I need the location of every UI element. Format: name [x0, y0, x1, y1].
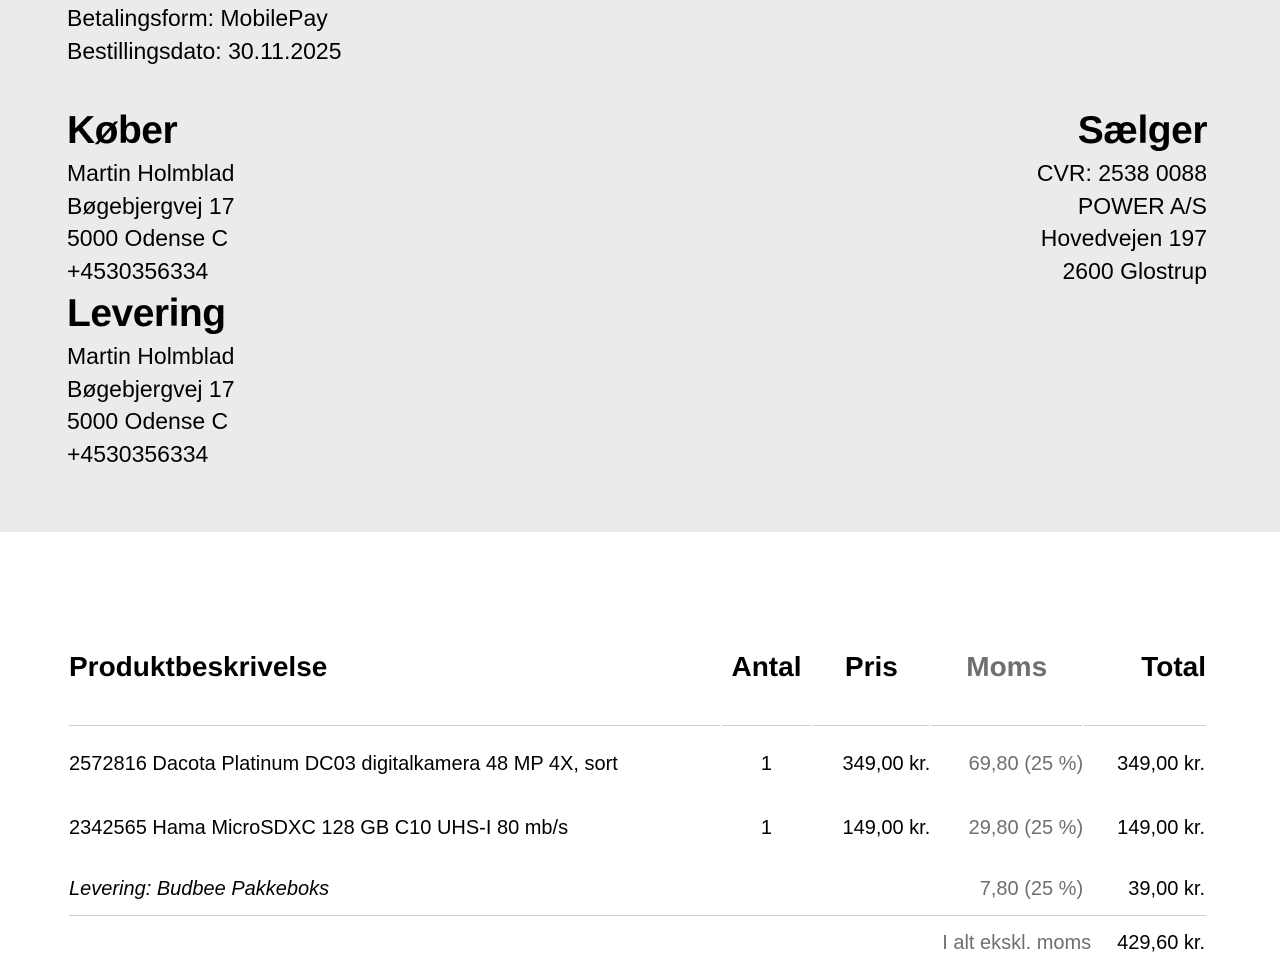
item-price: 349,00 kr. — [842, 752, 931, 775]
buyer-street: Bøgebjergvej 17 — [67, 192, 235, 219]
delivery-street: Bøgebjergvej 17 — [67, 375, 235, 402]
header-divider-gap — [811, 725, 813, 728]
seller-heading: Sælger — [1077, 109, 1208, 152]
seller-address: CVR: 2538 0088 POWER A/S Hovedvejen 197 … — [1037, 157, 1207, 287]
header-vat: Moms — [930, 640, 1084, 726]
header-divider-gap — [720, 725, 722, 728]
buyer-city: 5000 Odense C — [67, 225, 229, 251]
item-total: 39,00 kr. — [1128, 878, 1205, 900]
buyer-address: Martin Holmblad Bøgebjergvej 17 5000 Ode… — [67, 157, 235, 287]
order-date: Bestillingsdato: 30.11.2025 — [67, 37, 342, 64]
seller-column: Sælger CVR: 2538 0088 POWER A/S Hovedvej… — [1037, 108, 1208, 287]
seller-company: POWER A/S — [1077, 192, 1207, 219]
item-price — [812, 859, 930, 920]
item-vat: 29,80 (25 %) — [968, 817, 1084, 839]
item-total: 349,00 kr. — [1117, 752, 1205, 775]
buyer-name: Martin Holmblad — [67, 160, 235, 186]
seller-city: 2600 Glostrup — [1062, 257, 1207, 284]
seller-cvr: CVR: 2538 0088 — [1036, 160, 1207, 186]
subtotal-label: I alt ekskl. moms — [942, 932, 1092, 954]
item-total: 149,00 kr. — [1117, 817, 1205, 839]
header-price: Pris — [812, 640, 931, 726]
seller-street: Hovedvejen 197 — [1040, 225, 1207, 251]
order-meta: Betalingsform: MobilePay Bestillingsdato… — [67, 2, 342, 67]
item-description: 2342565 Hama MicroSDXC 128 GB C10 UHS-I … — [69, 817, 569, 839]
header-qty: Antal — [720, 640, 813, 726]
item-vat: 7,80 (25 %) — [979, 878, 1084, 900]
table-header-row: Produktbeskrivelse Antal Pris Moms Total — [69, 640, 1206, 726]
buyer-phone: +4530356334 — [67, 257, 209, 284]
delivery-address: Martin Holmblad Bøgebjergvej 17 5000 Ode… — [67, 340, 235, 470]
item-qty: 1 — [760, 817, 773, 839]
table-row: 2572816 Dacota Platinum DC03 digitalkame… — [69, 726, 1206, 799]
item-qty — [721, 859, 813, 920]
delivery-name: Martin Holmblad — [67, 343, 235, 369]
delivery-heading: Levering — [67, 292, 226, 335]
item-price: 149,00 kr. — [842, 817, 931, 839]
delivery-city: 5000 Odense C — [67, 408, 229, 434]
table-row: 2342565 Hama MicroSDXC 128 GB C10 UHS-I … — [69, 798, 1206, 859]
buyer-delivery-column: Køber Martin Holmblad Bøgebjergvej 17 50… — [67, 108, 235, 470]
subtotal: I alt ekskl. moms 429,60 kr. — [942, 932, 1205, 955]
subtotal-value: 429,60 kr. — [1117, 932, 1205, 954]
header-total: Total — [1083, 640, 1206, 726]
order-items-table: Produktbeskrivelse Antal Pris Moms Total… — [69, 640, 1206, 920]
payment-method: Betalingsform: MobilePay — [67, 5, 328, 31]
totals-divider — [69, 915, 1206, 916]
delivery-description: Levering: Budbee Pakkeboks — [69, 878, 330, 900]
header-description: Produktbeskrivelse — [69, 640, 721, 726]
table-row: Levering: Budbee Pakkeboks 7,80 (25 %) 3… — [69, 859, 1206, 920]
header-divider-gap — [1082, 725, 1084, 728]
item-description: 2572816 Dacota Platinum DC03 digitalkame… — [69, 752, 618, 775]
item-qty: 1 — [760, 752, 773, 775]
header-divider-gap — [929, 725, 931, 728]
header-panel: Betalingsform: MobilePay Bestillingsdato… — [0, 0, 1280, 532]
delivery-phone: +4530356334 — [67, 440, 209, 467]
item-vat: 69,80 (25 %) — [968, 752, 1084, 775]
buyer-heading: Køber — [67, 109, 178, 152]
